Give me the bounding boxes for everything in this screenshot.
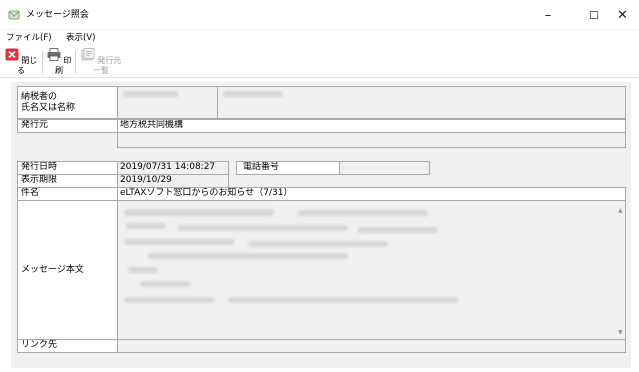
issuer-list-icon xyxy=(81,48,95,61)
subject-label: 件名 xyxy=(17,187,118,201)
redacted-text xyxy=(140,281,190,287)
link-label: リンク先 xyxy=(17,339,118,353)
issue-datetime-label: 発行日時 xyxy=(17,161,118,175)
menu-file[interactable]: ファイル(F) xyxy=(6,32,52,44)
phone-label: 電話番号 xyxy=(236,161,340,175)
link-value xyxy=(117,339,626,353)
menu-view[interactable]: 表示(V) xyxy=(66,32,95,44)
redacted-text xyxy=(124,239,234,245)
redacted-text xyxy=(148,253,348,259)
scroll-up-arrow-icon[interactable]: ▲ xyxy=(618,205,623,216)
redacted-text xyxy=(223,91,283,97)
redacted-text xyxy=(228,297,458,303)
message-body-textarea[interactable]: ▲ ▼ xyxy=(117,200,626,340)
redacted-text xyxy=(123,91,178,97)
menu-bar: ファイル(F) 表示(V) xyxy=(0,30,639,46)
close-icon: ✕ xyxy=(617,7,628,23)
redacted-text xyxy=(358,227,438,233)
toolbar-separator xyxy=(42,51,43,73)
window-close-button[interactable]: ✕ xyxy=(606,0,639,30)
issuer-list-button-label: 発行元一覧 xyxy=(93,56,122,75)
redacted-text xyxy=(124,209,274,216)
issuer-list-button[interactable]: 発行元一覧 xyxy=(78,48,124,76)
issuer-extra-field xyxy=(117,132,626,148)
toolbar: 閉じる 印刷 発行元一覧 xyxy=(0,46,639,78)
taxpayer-label: 納税者の 氏名又は名称 xyxy=(17,86,118,119)
subject-value: eLTAXソフト窓口からのお知らせ（7/31） xyxy=(117,187,626,201)
redacted-text xyxy=(298,210,428,216)
redacted-text xyxy=(248,241,388,247)
display-deadline-label: 表示期限 xyxy=(17,174,118,188)
app-icon xyxy=(8,10,20,20)
issue-datetime-value: 2019/07/31 14:08:27 xyxy=(117,161,229,175)
display-deadline-value: 2019/10/29 xyxy=(117,174,229,188)
toolbar-separator xyxy=(75,51,76,73)
minimize-button[interactable]: – xyxy=(525,0,571,30)
issuer-label: 発行元 xyxy=(17,119,118,133)
taxpayer-id-field xyxy=(117,86,218,119)
minimize-icon: – xyxy=(544,7,552,23)
scroll-down-arrow-icon[interactable]: ▼ xyxy=(618,327,623,338)
redacted-text xyxy=(178,225,348,231)
close-red-x-icon xyxy=(5,48,19,61)
redacted-text xyxy=(128,267,158,273)
taxpayer-name-field xyxy=(217,86,626,119)
printer-icon xyxy=(47,48,61,61)
message-detail-panel: 納税者の 氏名又は名称 発行元 地方税共同機構 発行日時 2019/07/31 … xyxy=(11,82,631,368)
title-bar: メッセージ照会 – ☐ ✕ xyxy=(0,0,639,30)
maximize-icon: ☐ xyxy=(589,8,599,22)
issuer-value: 地方税共同機構 xyxy=(117,119,626,133)
close-button-label: 閉じる xyxy=(17,56,38,75)
message-body-label-text: メッセージ本文 xyxy=(21,264,84,275)
print-button[interactable]: 印刷 xyxy=(46,48,72,76)
close-button[interactable]: 閉じる xyxy=(3,48,39,76)
message-body-label: メッセージ本文 xyxy=(17,200,118,340)
phone-value xyxy=(339,161,430,175)
redacted-text xyxy=(124,297,214,303)
redacted-text xyxy=(126,223,166,229)
window-title: メッセージ照会 xyxy=(26,10,89,20)
